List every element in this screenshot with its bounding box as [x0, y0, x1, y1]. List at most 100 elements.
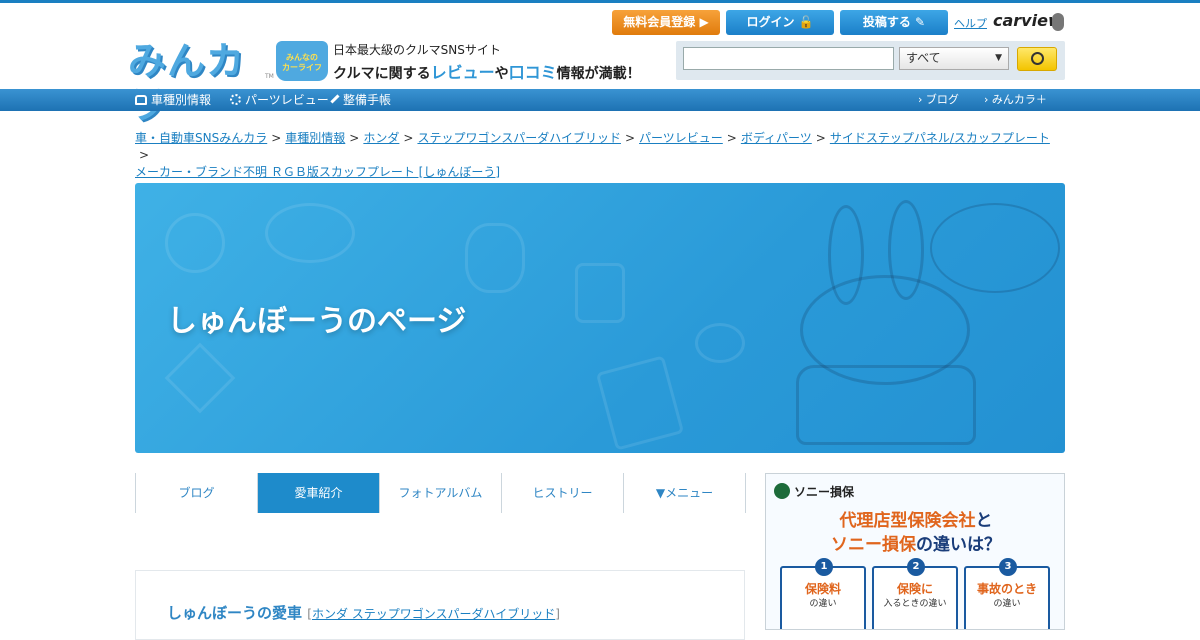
breadcrumb-link-top[interactable]: 車・自動車SNSみんカラ: [135, 131, 267, 145]
ad-point-number: 1: [815, 558, 833, 576]
breadcrumb-separator: >: [726, 131, 737, 145]
ad-head1-a: 代理店型保険会社: [839, 511, 976, 531]
ad-head1-b: と: [975, 511, 993, 531]
post-button[interactable]: 投稿する ✎: [840, 10, 948, 35]
breadcrumb-separator: >: [403, 131, 414, 145]
nav-car-info[interactable]: 車種別情報: [135, 89, 211, 111]
chevron-right-icon: ›: [984, 93, 992, 106]
tagline2-ya: や: [494, 66, 509, 82]
logo-text: みんカラ: [128, 39, 246, 127]
tagline2-a: クルマに関する: [333, 66, 431, 82]
site-header: みんカラ TM みんなの カーライフ 日本最大級のクルマSNSサイト クルマに関…: [0, 3, 1200, 127]
rabbit-mascot-icon: [796, 195, 976, 445]
search-button[interactable]: [1017, 47, 1057, 71]
speech-bubble-icon: [465, 223, 525, 293]
tagline-primary: 日本最大級のクルマSNSサイト: [333, 43, 501, 57]
my-car-title-text: しゅんぼーうの愛車: [167, 604, 303, 622]
breadcrumb-link-parts-review[interactable]: パーツレビュー: [639, 131, 723, 145]
nav-parts-review-label: パーツレビュー: [245, 93, 329, 107]
tagline2-kuchikomi: 口コミ: [508, 63, 557, 82]
breadcrumb-separator: >: [139, 148, 150, 162]
ad-point-sub: 入るときの違い: [883, 599, 947, 609]
breadcrumb-separator: >: [271, 131, 282, 145]
logo-trademark: TM: [265, 73, 274, 80]
breadcrumb-link-category[interactable]: サイドステップパネル/スカッフプレート: [830, 131, 1050, 145]
car-icon: [695, 323, 745, 363]
plus-icon: [164, 342, 236, 414]
breadcrumb-link-body-parts[interactable]: ボディパーツ: [741, 131, 812, 145]
my-car-subtitle: [ホンダ ステップワゴンスパーダハイブリッド]: [307, 607, 560, 621]
search-category-select[interactable]: すべて ▼: [899, 47, 1009, 70]
nav-maintenance[interactable]: 整備手帳: [330, 89, 392, 111]
tagline2-review: レビュー: [430, 63, 495, 82]
ad-point-number: 3: [999, 558, 1017, 576]
ad-head2-a: ソニー損保: [831, 535, 916, 555]
profile-tabs: ブログ 愛車紹介 フォトアルバム ヒストリー ▼メニュー: [135, 473, 746, 513]
nav-minkara-plus[interactable]: › みんカラ＋: [984, 89, 1047, 111]
steering-wheel-icon: [165, 213, 225, 273]
tab-menu[interactable]: ▼メニュー: [624, 473, 746, 513]
ad-headline-1: 代理店型保険会社と: [766, 506, 1064, 531]
breadcrumb: 車・自動車SNSみんカラ > 車種別情報 > ホンダ > ステップワゴンスパーダハイブリッド…: [135, 130, 1065, 181]
nav-minkara-plus-label: みんカラ＋: [991, 93, 1047, 106]
ad-point-title: 事故のとき: [976, 582, 1037, 596]
ad-headline-2: ソニー損保の違いは？: [766, 530, 1064, 555]
nav-blog[interactable]: › ブログ: [918, 89, 959, 111]
ad-point-box: 2 保険に 入るときの違い: [872, 558, 958, 629]
breadcrumb-link-item[interactable]: メーカー・ブランド不明 ＲＧＢ版スカッフプレート [しゅんぼーう]: [135, 165, 500, 179]
page-title: しゅんぼーうのページ: [167, 304, 467, 339]
search-icon: [1031, 52, 1044, 65]
breadcrumb-link-model[interactable]: ステップワゴンスパーダハイブリッド: [417, 131, 621, 145]
nav-maintenance-label: 整備手帳: [343, 93, 392, 107]
search-input[interactable]: [683, 47, 894, 70]
ad-point-title: 保険料: [804, 582, 841, 596]
help-link[interactable]: ヘルプ: [954, 15, 987, 31]
ad-point-box: 3 事故のとき の違い: [964, 558, 1050, 629]
ad-point-sub: の違い: [993, 599, 1021, 609]
speech-bubble-icon: [265, 203, 355, 263]
carview-mark-icon: [1052, 13, 1064, 31]
chevron-down-icon: ▼: [995, 53, 1002, 63]
carlife-line1: みんなの: [286, 53, 318, 62]
register-button[interactable]: 無料会員登録 ▶: [612, 10, 720, 35]
chevron-right-icon: ›: [918, 93, 926, 106]
gear-icon: [230, 94, 241, 105]
tagline-secondary: クルマに関するレビューや口コミ情報が満載！: [333, 59, 641, 83]
search-select-value: すべて: [906, 51, 941, 65]
sony-insurance-ad[interactable]: ソニー損保 代理店型保険会社と ソニー損保の違いは？ 1 保険料 の違い 2 保…: [765, 473, 1065, 630]
ad-point-title: 保険に: [896, 582, 933, 596]
breadcrumb-separator: >: [624, 131, 636, 145]
breadcrumb-separator: >: [815, 131, 826, 145]
my-car-title: しゅんぼーうの愛車 [ホンダ ステップワゴンスパーダハイブリッド]: [167, 602, 560, 623]
ad-logo-text: ソニー損保: [794, 485, 855, 499]
ad-point-number: 2: [907, 558, 925, 576]
breadcrumb-link-car-info[interactable]: 車種別情報: [285, 131, 345, 145]
breadcrumb-separator: >: [349, 131, 360, 145]
nav-blog-label: ブログ: [925, 93, 959, 106]
sony-logo-icon: [774, 483, 790, 499]
tab-photo-album[interactable]: フォトアルバム: [380, 473, 502, 513]
minkara-logo[interactable]: みんカラ: [128, 39, 268, 127]
my-car-model-link[interactable]: ホンダ ステップワゴンスパーダハイブリッド: [312, 607, 555, 621]
carlife-badge: みんなの カーライフ: [276, 41, 328, 81]
login-button[interactable]: ログイン 🔓: [726, 10, 834, 35]
thumbs-up-icon: [575, 263, 625, 323]
car-icon: [135, 95, 147, 105]
ad-head2-b: の違いは？: [916, 535, 1001, 555]
carlife-line2: カーライフ: [282, 63, 322, 72]
nav-parts-review[interactable]: パーツレビュー: [230, 89, 329, 111]
profile-banner: しゅんぼーうのページ: [135, 183, 1065, 453]
tab-car-intro[interactable]: 愛車紹介: [258, 473, 380, 513]
tagline2-b: 情報が満載！: [556, 66, 641, 82]
tab-history[interactable]: ヒストリー: [502, 473, 624, 513]
nav-car-info-label: 車種別情報: [151, 93, 212, 107]
ad-point-box: 1 保険料 の違い: [780, 558, 866, 629]
search-box: すべて ▼: [676, 41, 1065, 80]
breadcrumb-link-maker[interactable]: ホンダ: [363, 131, 399, 145]
document-icon: [595, 355, 685, 451]
ad-logo: ソニー損保: [774, 483, 854, 500]
tab-blog[interactable]: ブログ: [136, 473, 258, 513]
wrench-icon: [330, 94, 342, 106]
rabbit-car: [796, 365, 976, 445]
nav-bar: 車種別情報 パーツレビュー 整備手帳 › ブログ › みんカラ＋: [0, 89, 1200, 111]
